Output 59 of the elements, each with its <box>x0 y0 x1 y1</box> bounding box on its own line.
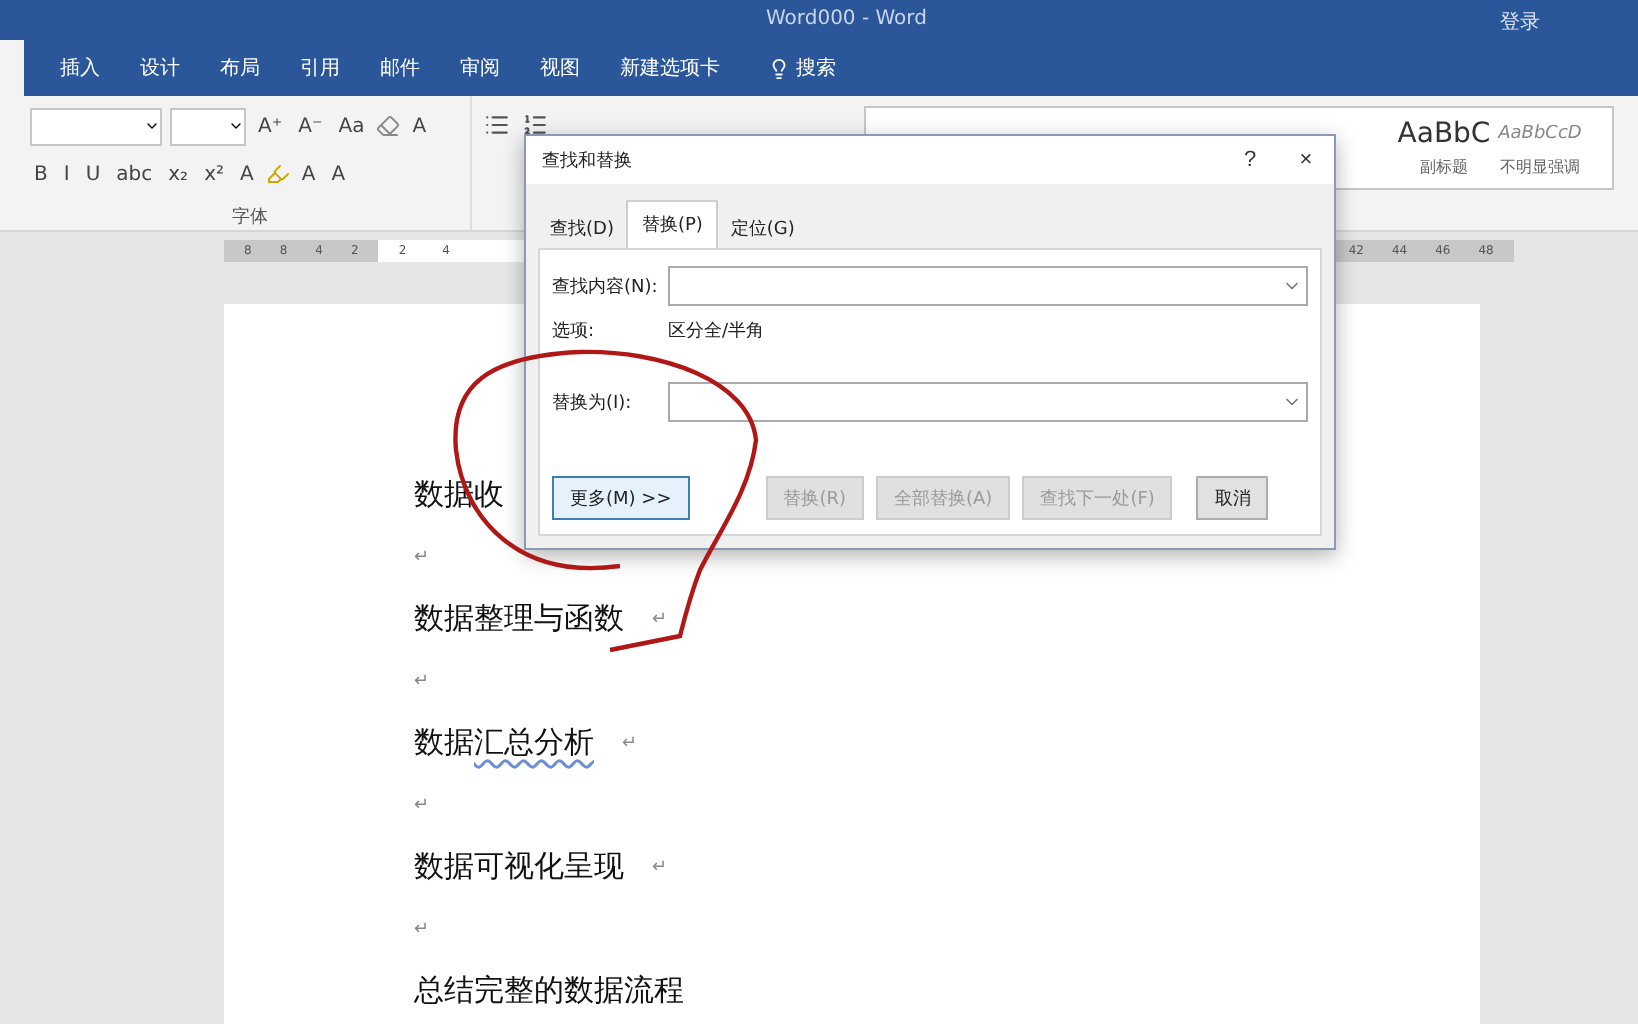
field-label: 查找内容(N): <box>552 275 660 299</box>
dropdown-icon <box>228 118 244 134</box>
lightbulb-icon <box>768 57 790 79</box>
paragraph-mark: ↵ <box>414 671 430 691</box>
format-button[interactable]: A <box>408 110 431 142</box>
format-button[interactable]: Aa <box>334 110 369 142</box>
style-item[interactable]: AaBbC 副标题 <box>1396 108 1492 188</box>
close-button[interactable]: × <box>1278 146 1334 174</box>
sign-in-link[interactable]: 登录 <box>1500 8 1540 36</box>
format-button[interactable]: A⁺ <box>254 110 287 142</box>
document-line: 数据整理与函数 <box>414 600 624 638</box>
dialog-tab[interactable]: 替换(P) <box>625 200 719 248</box>
tell-me-search[interactable]: 搜索 <box>756 52 848 84</box>
ribbon-tab[interactable]: 邮件 <box>364 46 436 90</box>
document-line: 总结完整的数据流程 <box>414 972 684 1010</box>
format-button[interactable]: U <box>81 158 105 190</box>
ribbon-tab[interactable]: 视图 <box>524 46 596 90</box>
style-item[interactable]: AaBbCcD 不明显强调 <box>1492 108 1588 188</box>
replace-field[interactable] <box>668 382 1308 422</box>
format-button[interactable]: A <box>236 158 258 190</box>
paragraph-mark: ↵ <box>414 919 430 939</box>
numbered-list-icon[interactable] <box>522 112 548 138</box>
highlighter-icon[interactable] <box>265 162 290 186</box>
format-button[interactable]: B <box>30 158 52 190</box>
document-line: 数据汇总分析 <box>414 724 594 762</box>
find-field[interactable] <box>668 266 1308 306</box>
ribbon-tab[interactable]: 设计 <box>124 46 196 90</box>
format-button[interactable]: x₂ <box>164 158 193 190</box>
ribbon-tab[interactable]: 插入 <box>44 46 116 90</box>
format-button[interactable]: A <box>297 158 320 190</box>
group-label: 字体 <box>232 205 268 230</box>
paragraph-mark: ↵ <box>414 795 430 815</box>
eraser-icon[interactable] <box>376 114 401 138</box>
font-combo[interactable] <box>170 107 246 145</box>
paragraph-mark: ↵ <box>622 733 638 753</box>
ribbon-tab[interactable]: 引用 <box>284 46 356 90</box>
ribbon-tab[interactable]: 审阅 <box>444 46 516 90</box>
paragraph-mark: ↵ <box>652 609 668 629</box>
dropdown-icon <box>144 118 160 134</box>
dialog-button[interactable]: 更多(M) >> <box>552 476 690 520</box>
format-button[interactable]: I <box>59 158 74 190</box>
window-title: Word000 - Word <box>766 8 927 30</box>
options-value: 区分全/半角 <box>668 319 765 343</box>
paragraph-mark: ↵ <box>414 547 430 567</box>
format-button[interactable]: x² <box>200 158 229 190</box>
format-button[interactable]: A⁻ <box>294 110 327 142</box>
field-label: 替换为(I): <box>552 391 634 415</box>
ribbon-tab[interactable]: 布局 <box>204 46 276 90</box>
ribbon-tab[interactable]: 新建选项卡 <box>604 46 736 90</box>
font-combo[interactable] <box>30 107 162 145</box>
bullet-list-icon[interactable] <box>484 112 510 138</box>
format-button[interactable]: abc <box>112 158 157 190</box>
help-button[interactable]: ? <box>1222 146 1278 174</box>
dialog-button[interactable]: 取消 <box>1196 476 1269 520</box>
format-button[interactable]: A <box>327 158 350 190</box>
options-label: 选项: <box>552 319 597 343</box>
dialog-title: 查找和替换 <box>542 149 634 173</box>
document-line: 数据可视化呈现 <box>414 848 624 886</box>
paragraph-mark: ↵ <box>652 857 668 877</box>
